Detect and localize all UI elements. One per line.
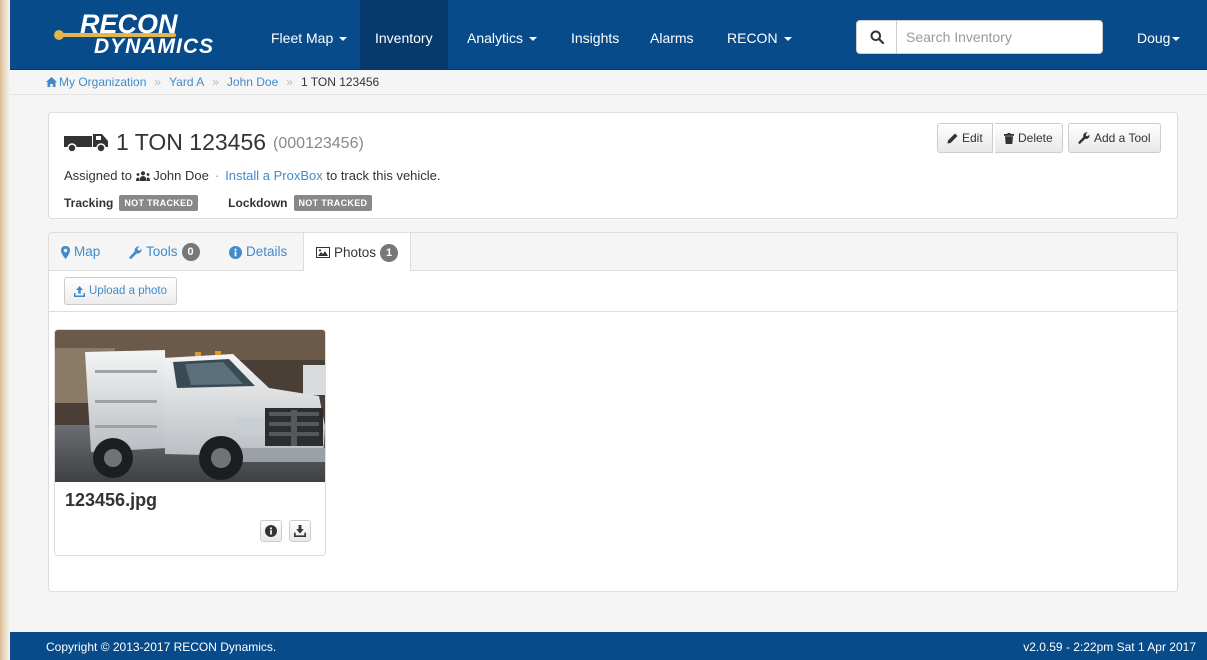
nav-analytics-label: Analytics <box>467 30 524 46</box>
breadcrumb-current: 1 TON 123456 <box>300 75 380 89</box>
info-circle-icon <box>229 245 242 259</box>
footer-copyright: Copyright © 2013-2017 RECON Dynamics. <box>46 640 277 654</box>
upload-photo-label: Upload a photo <box>89 285 168 297</box>
tracking-status-badge: NOT TRACKED <box>119 195 199 211</box>
add-tool-label: Add a Tool <box>1094 131 1151 145</box>
tab-photos-label: Photos <box>334 244 377 260</box>
nav-insights-label: Insights <box>571 30 620 46</box>
caret-down-icon <box>529 37 538 42</box>
nav-recon-label: RECON <box>727 30 778 46</box>
download-icon <box>294 525 306 537</box>
vehicle-title: 1 TON 123456 (000123456) <box>64 125 364 159</box>
caret-down-icon <box>1172 37 1181 42</box>
edit-label: Edit <box>962 131 983 145</box>
nav-inventory[interactable]: Inventory <box>360 0 448 70</box>
tracking-label: Tracking <box>64 196 114 210</box>
recon-dynamics-logo[interactable]: RECON DYNAMICS <box>54 9 246 63</box>
assigned-prefix: Assigned to <box>64 168 132 183</box>
breadcrumb-john-doe[interactable]: John Doe <box>227 75 278 89</box>
search-icon <box>870 30 884 44</box>
search-button[interactable] <box>857 21 897 53</box>
wrench-icon <box>129 245 142 259</box>
nav-inventory-label: Inventory <box>375 30 433 46</box>
top-navbar: RECON DYNAMICS Fleet Map Inventory Analy… <box>10 0 1207 70</box>
logo-line-2: DYNAMICS <box>94 35 215 58</box>
caret-down-icon <box>339 37 348 42</box>
wrench-icon <box>1078 132 1090 144</box>
add-tool-button[interactable]: Add a Tool <box>1068 123 1161 153</box>
nav-insights[interactable]: Insights <box>556 0 634 70</box>
photo-download-button[interactable] <box>289 520 311 542</box>
truck-icon <box>64 134 108 153</box>
users-icon <box>135 171 150 181</box>
nav-fleet-map[interactable]: Fleet Map <box>256 0 362 70</box>
breadcrumb-separator: » <box>212 75 219 89</box>
upload-photo-button[interactable]: Upload a photo <box>64 277 178 305</box>
delete-label: Delete <box>1018 131 1053 145</box>
assignment-row: Assigned to John Doe · Install a ProxBox t… <box>64 168 441 183</box>
separator-dot: · <box>214 168 220 183</box>
vehicle-name: 1 TON 123456 <box>116 128 267 155</box>
vehicle-id: (000123456) <box>273 135 364 152</box>
nav-recon[interactable]: RECON <box>712 0 807 70</box>
user-menu[interactable]: Doug <box>1122 0 1195 70</box>
photo-toolbar: Upload a photo <box>49 271 1177 312</box>
status-row: Tracking NOT TRACKED Lockdown NOT TRACKE… <box>64 195 373 211</box>
breadcrumb-yard-a[interactable]: Yard A <box>169 75 204 89</box>
breadcrumb-my-organization[interactable]: My Organization <box>59 75 146 89</box>
upload-icon <box>74 285 85 297</box>
map-marker-icon <box>61 245 70 259</box>
install-suffix: to track this vehicle. <box>326 168 441 183</box>
tools-count-badge: 0 <box>181 243 200 261</box>
nav-alarms-label: Alarms <box>650 30 694 46</box>
tab-map[interactable]: Map <box>49 233 112 271</box>
tab-details[interactable]: Details <box>217 233 299 271</box>
photo-filename: 123456.jpg <box>65 490 158 510</box>
breadcrumb: My Organization » Yard A » John Doe » 1 TON 12… <box>10 71 1207 95</box>
photos-count-badge: 1 <box>380 243 399 262</box>
photo-info-button[interactable] <box>260 520 282 542</box>
nav-fleet-map-label: Fleet Map <box>271 30 334 46</box>
delete-button[interactable]: Delete <box>995 123 1063 153</box>
lockdown-status-badge: NOT TRACKED <box>293 195 373 211</box>
tab-details-label: Details <box>246 244 288 259</box>
search-group <box>856 20 1103 54</box>
footer-version: v2.0.59 - 2:22pm Sat 1 Apr 2017 <box>1023 640 1196 654</box>
truck-photo[interactable] <box>55 330 326 482</box>
tab-tools[interactable]: Tools 0 <box>117 233 212 271</box>
tab-photos[interactable]: Photos 1 <box>303 233 412 272</box>
tab-tools-label: Tools <box>146 244 178 259</box>
photo-thumbnail-card[interactable]: 123456.jpg <box>54 329 326 556</box>
footer: Copyright © 2013-2017 RECON Dynamics. v2… <box>10 632 1207 660</box>
tab-bar: Map Tools 0 Details Photos 1 <box>49 233 1177 272</box>
picture-icon <box>316 247 330 258</box>
breadcrumb-separator: » <box>286 75 293 89</box>
nav-analytics[interactable]: Analytics <box>452 0 552 70</box>
info-circle-icon <box>265 525 277 537</box>
user-menu-label: Doug <box>1137 30 1171 46</box>
lockdown-label: Lockdown <box>228 196 288 210</box>
vehicle-tabs-panel: Map Tools 0 Details Photos 1 Upload a ph… <box>48 232 1178 592</box>
pencil-icon <box>947 133 958 143</box>
home-icon <box>46 77 57 87</box>
trash-icon <box>1004 132 1014 144</box>
tab-map-label: Map <box>74 244 101 259</box>
breadcrumb-separator: » <box>154 75 162 89</box>
assigned-user: John Doe <box>153 168 209 183</box>
install-proxbox-link[interactable]: Install a ProxBox <box>225 168 323 183</box>
window-edge <box>0 0 10 660</box>
caret-down-icon <box>783 37 792 42</box>
search-input[interactable] <box>898 21 1102 53</box>
edit-button[interactable]: Edit <box>937 123 993 153</box>
vehicle-header-panel: 1 TON 123456 (000123456) Assigned to Joh… <box>48 112 1178 219</box>
nav-alarms[interactable]: Alarms <box>635 0 709 70</box>
